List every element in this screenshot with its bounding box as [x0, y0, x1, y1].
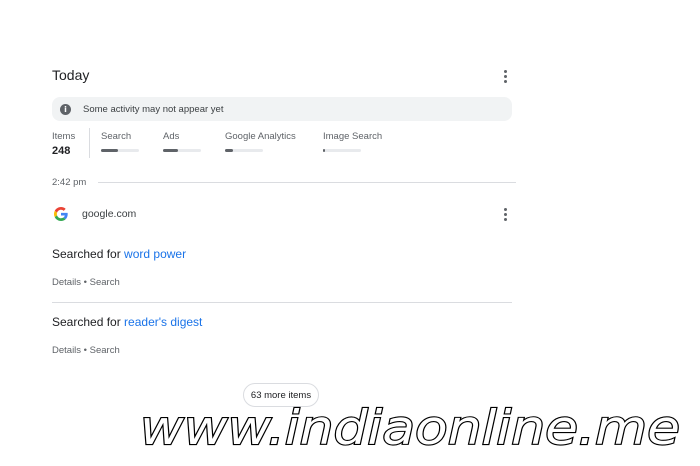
stats-divider	[89, 128, 90, 158]
more-options-icon[interactable]	[504, 70, 508, 85]
google-logo-icon	[54, 207, 68, 221]
source-label-google-analytics[interactable]: Google Analytics	[225, 131, 296, 142]
source-bar-fill	[323, 149, 325, 152]
domain-label: google.com	[82, 208, 137, 220]
items-count: 248	[52, 145, 71, 157]
entry-details-link[interactable]: Details • Search	[52, 277, 120, 288]
source-label-search[interactable]: Search	[101, 131, 131, 142]
time-divider	[98, 182, 516, 183]
banner-text: Some activity may not appear yet	[83, 103, 224, 115]
info-icon: i	[60, 103, 71, 115]
activity-notice-banner: i Some activity may not appear yet	[52, 97, 512, 121]
source-bar-ads	[163, 149, 201, 152]
watermark: www.indiaonline.me	[139, 400, 681, 457]
activity-entry: Searched for reader's digest	[52, 315, 202, 329]
page-title: Today	[52, 67, 90, 83]
source-bar-fill	[225, 149, 233, 152]
source-bar-search	[101, 149, 139, 152]
source-label-image-search[interactable]: Image Search	[323, 131, 382, 142]
entry-prefix: Searched for	[52, 315, 125, 329]
source-bar-fill	[163, 149, 179, 152]
watermark-text: www.indiaonline.me	[140, 401, 680, 456]
items-label: Items	[52, 131, 76, 142]
source-bar-fill	[101, 149, 119, 152]
entry-details-link[interactable]: Details • Search	[52, 345, 120, 356]
source-label-ads[interactable]: Ads	[163, 131, 179, 142]
source-bar-google-analytics	[225, 149, 263, 152]
search-query-link[interactable]: word power	[124, 247, 186, 261]
timestamp: 2:42 pm	[52, 177, 87, 188]
more-options-icon[interactable]	[504, 208, 508, 223]
search-query-link[interactable]: reader's digest	[124, 315, 202, 329]
source-bar-image-search	[323, 149, 361, 152]
entry-prefix: Searched for	[52, 247, 125, 261]
entry-divider	[52, 302, 512, 303]
activity-entry: Searched for word power	[52, 247, 186, 261]
